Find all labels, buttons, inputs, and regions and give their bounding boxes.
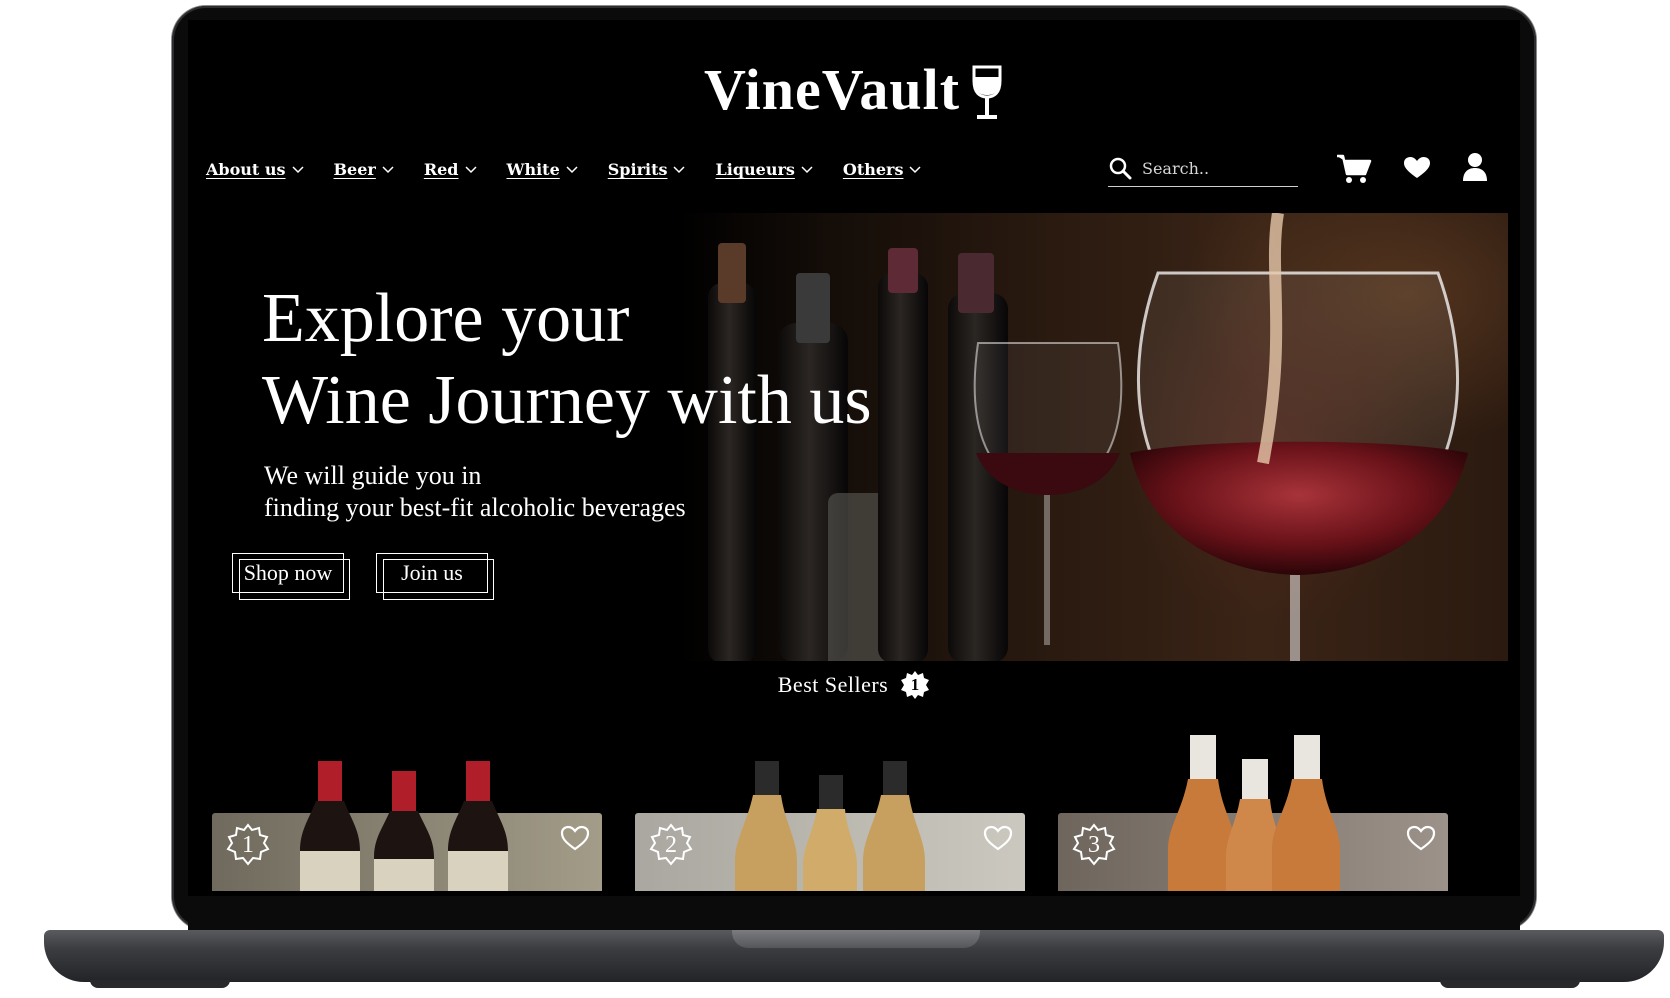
best-sellers-label: Best Sellers: [777, 672, 889, 697]
laptop-bezel: [188, 896, 1520, 930]
nav-item-spirits[interactable]: Spirits: [608, 160, 686, 179]
rank-number: 2: [665, 831, 677, 858]
nav-item-label: White: [506, 160, 560, 179]
nav-item-label: Beer: [333, 160, 376, 179]
rank-badge: 3: [1072, 823, 1116, 867]
chevron-down-icon: [673, 165, 686, 173]
search-input[interactable]: [1142, 158, 1282, 178]
shop-now-button[interactable]: Shop now: [232, 553, 350, 600]
product-card[interactable]: 2: [635, 761, 1025, 891]
heart-icon[interactable]: [1403, 156, 1431, 180]
nav-item-label: Red: [423, 160, 459, 179]
wine-glass-icon: [972, 65, 1002, 119]
cart-icon[interactable]: [1335, 152, 1373, 184]
search-bar: [1108, 150, 1298, 187]
main-nav: About us Beer Red White Spirits Liqueurs…: [206, 160, 921, 179]
white-wine-bottles-image: [735, 761, 925, 891]
nav-item-about-us[interactable]: About us: [206, 160, 304, 179]
nav-item-label: Spirits: [607, 160, 668, 179]
user-icon[interactable]: [1461, 152, 1489, 182]
product-card[interactable]: 1: [212, 761, 602, 891]
brand-name: VineVault: [703, 57, 961, 122]
nav-item-liqueurs[interactable]: Liqueurs: [715, 160, 813, 179]
site-logo[interactable]: VineVault: [188, 56, 1520, 123]
nav-item-others[interactable]: Others: [843, 160, 922, 179]
hero-subtitle: We will guide you in finding your best-f…: [264, 461, 686, 522]
chevron-down-icon: [464, 165, 477, 173]
search-icon[interactable]: [1108, 156, 1132, 180]
best-sellers-heading: Best Sellers 1: [188, 670, 1520, 700]
laptop-notch: [732, 930, 980, 948]
rank-badge: 2: [649, 823, 693, 867]
chevron-down-icon: [801, 165, 813, 173]
chevron-down-icon: [382, 165, 394, 173]
laptop-foot: [90, 980, 230, 988]
nav-item-beer[interactable]: Beer: [334, 160, 394, 179]
rank-badge: 1: [226, 823, 270, 867]
nav-item-label: About us: [206, 160, 286, 179]
rank-number: 3: [1088, 831, 1100, 858]
laptop-foot: [1440, 980, 1580, 988]
chevron-down-icon: [291, 165, 304, 173]
red-wine-bottles-image: [300, 761, 508, 891]
join-us-button[interactable]: Join us: [376, 553, 494, 600]
screen: VineVault About us Beer Red White Spirit…: [188, 20, 1520, 896]
rank-number: 1: [242, 831, 254, 858]
product-card[interactable]: 3: [1058, 735, 1448, 891]
favorite-heart-icon[interactable]: [560, 825, 590, 851]
badge-icon: 1: [900, 670, 930, 700]
chevron-down-icon: [566, 165, 578, 173]
badge-count: 1: [910, 675, 920, 694]
nav-item-label: Others: [842, 160, 904, 179]
nav-item-red[interactable]: Red: [424, 160, 477, 179]
orange-wine-bottles-image: [1168, 735, 1340, 891]
favorite-heart-icon[interactable]: [983, 825, 1013, 851]
nav-item-label: Liqueurs: [715, 160, 795, 179]
hero-title: Explore your Wine Journey with us: [262, 280, 872, 439]
favorite-heart-icon[interactable]: [1406, 825, 1436, 851]
chevron-down-icon: [909, 165, 921, 173]
nav-item-white[interactable]: White: [507, 160, 578, 179]
